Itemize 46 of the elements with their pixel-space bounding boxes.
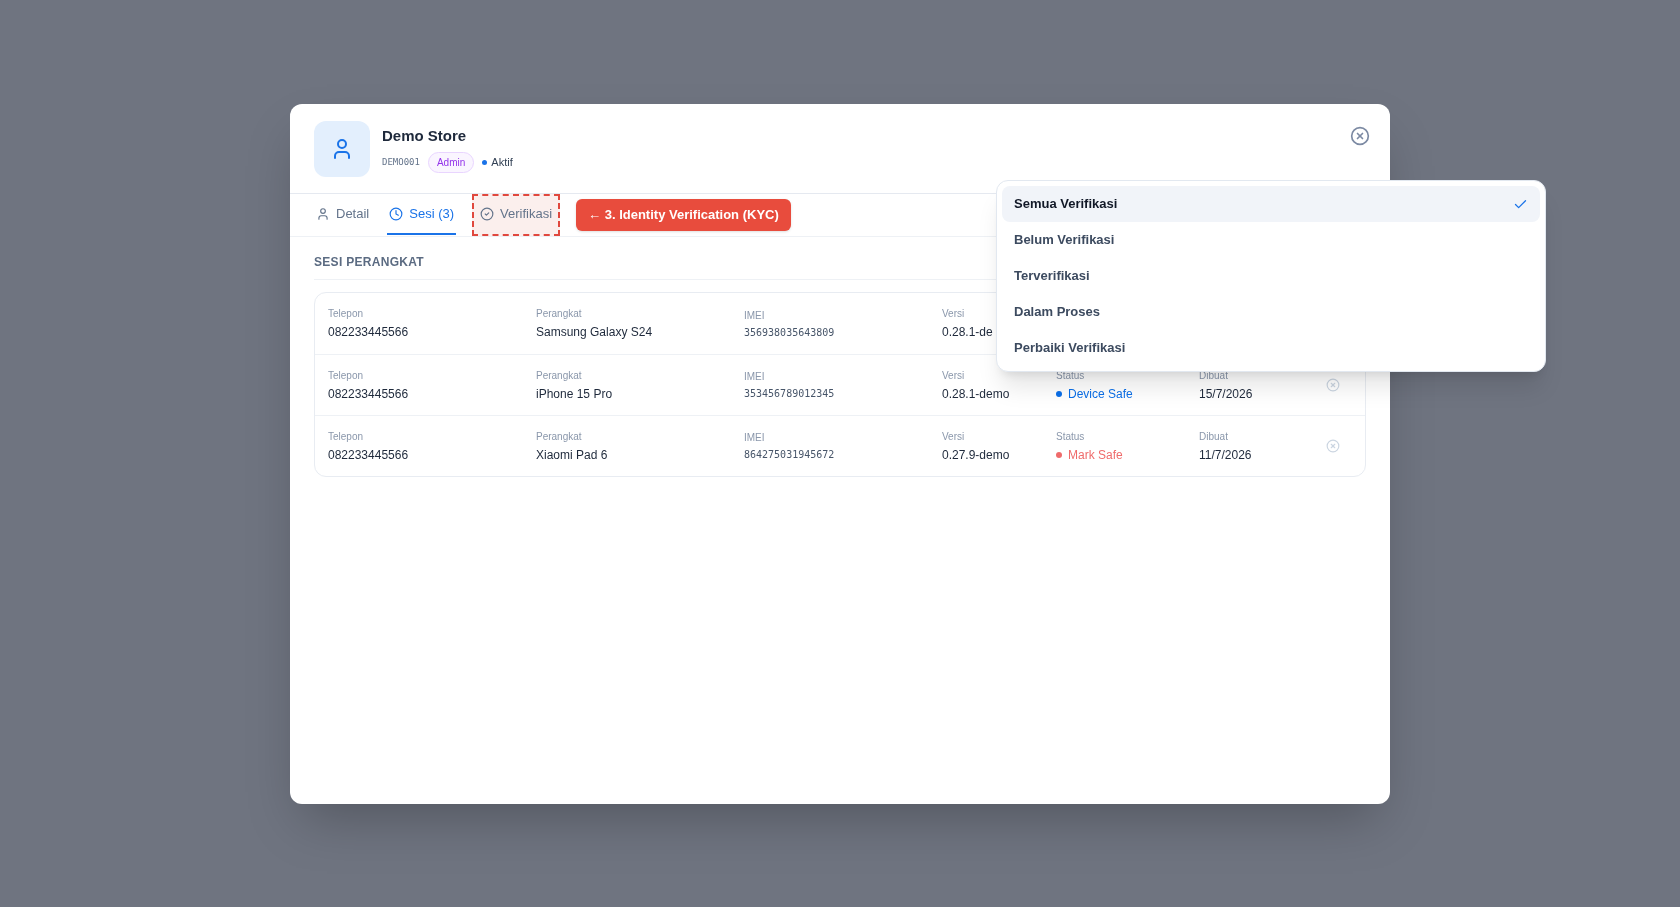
- field-value: 0.28.1-demo: [942, 385, 1010, 403]
- field-label: Dibuat: [1199, 429, 1228, 444]
- field-value: 356938035643809: [744, 325, 835, 340]
- menu-item[interactable]: Dalam Proses: [1002, 294, 1540, 330]
- field-label: Status: [1056, 368, 1085, 383]
- status-text: Mark Safe: [1068, 446, 1123, 464]
- field-label: Versi: [942, 368, 965, 383]
- field-value: 15/7/2026: [1199, 385, 1253, 403]
- field-label: Perangkat: [536, 307, 582, 321]
- field-value: 082233445566: [328, 324, 409, 341]
- tab[interactable]: Detail: [314, 195, 372, 235]
- menu-item[interactable]: Perbaiki Verifikasi: [1002, 330, 1540, 366]
- field-value: 353456789012345: [744, 387, 835, 401]
- field-label: Telepon: [328, 368, 364, 383]
- status-text: Device Safe: [1068, 385, 1133, 403]
- field-value: iPhone 15 Pro: [536, 385, 613, 403]
- field-value: 0.27.9-demo: [942, 446, 1010, 464]
- tab[interactable]: Verifikasi: [478, 195, 555, 235]
- field-label: Versi: [942, 429, 965, 444]
- field-label: IMEI: [744, 370, 765, 384]
- field-value: Samsung Galaxy S24: [536, 324, 653, 341]
- field-value: 082233445566: [328, 446, 409, 464]
- field-label: IMEI: [744, 431, 765, 445]
- field-value: Xiaomi Pad 6: [536, 446, 608, 464]
- check-circle-icon: [480, 207, 495, 221]
- menu-item[interactable]: Semua Verifikasi: [1002, 186, 1540, 222]
- clock-icon: [389, 207, 404, 221]
- person-icon: [316, 207, 330, 221]
- close-button[interactable]: [1350, 126, 1370, 146]
- annotation-label: ← 3. Identity Verification (KYC): [576, 199, 791, 231]
- field-label: Status: [1056, 429, 1085, 444]
- field-value: 11/7/2026: [1199, 446, 1252, 464]
- role-badge: Admin: [427, 151, 475, 173]
- field-label: Perangkat: [536, 429, 582, 444]
- store-code: DEMO001: [382, 155, 420, 169]
- status-text: Aktif: [491, 155, 513, 170]
- field-label: IMEI: [744, 308, 765, 323]
- tab[interactable]: Sesi (3): [387, 195, 457, 235]
- field-label: Versi: [942, 307, 965, 321]
- field-label: Telepon: [328, 429, 364, 444]
- field-value: 864275031945672: [744, 448, 835, 462]
- field-label: Telepon: [328, 307, 364, 321]
- field-label: Perangkat: [536, 368, 582, 383]
- field-value: 082233445566: [328, 385, 409, 403]
- store-name: Demo Store: [382, 126, 468, 147]
- field-value: 0.28.1-de: [942, 324, 993, 341]
